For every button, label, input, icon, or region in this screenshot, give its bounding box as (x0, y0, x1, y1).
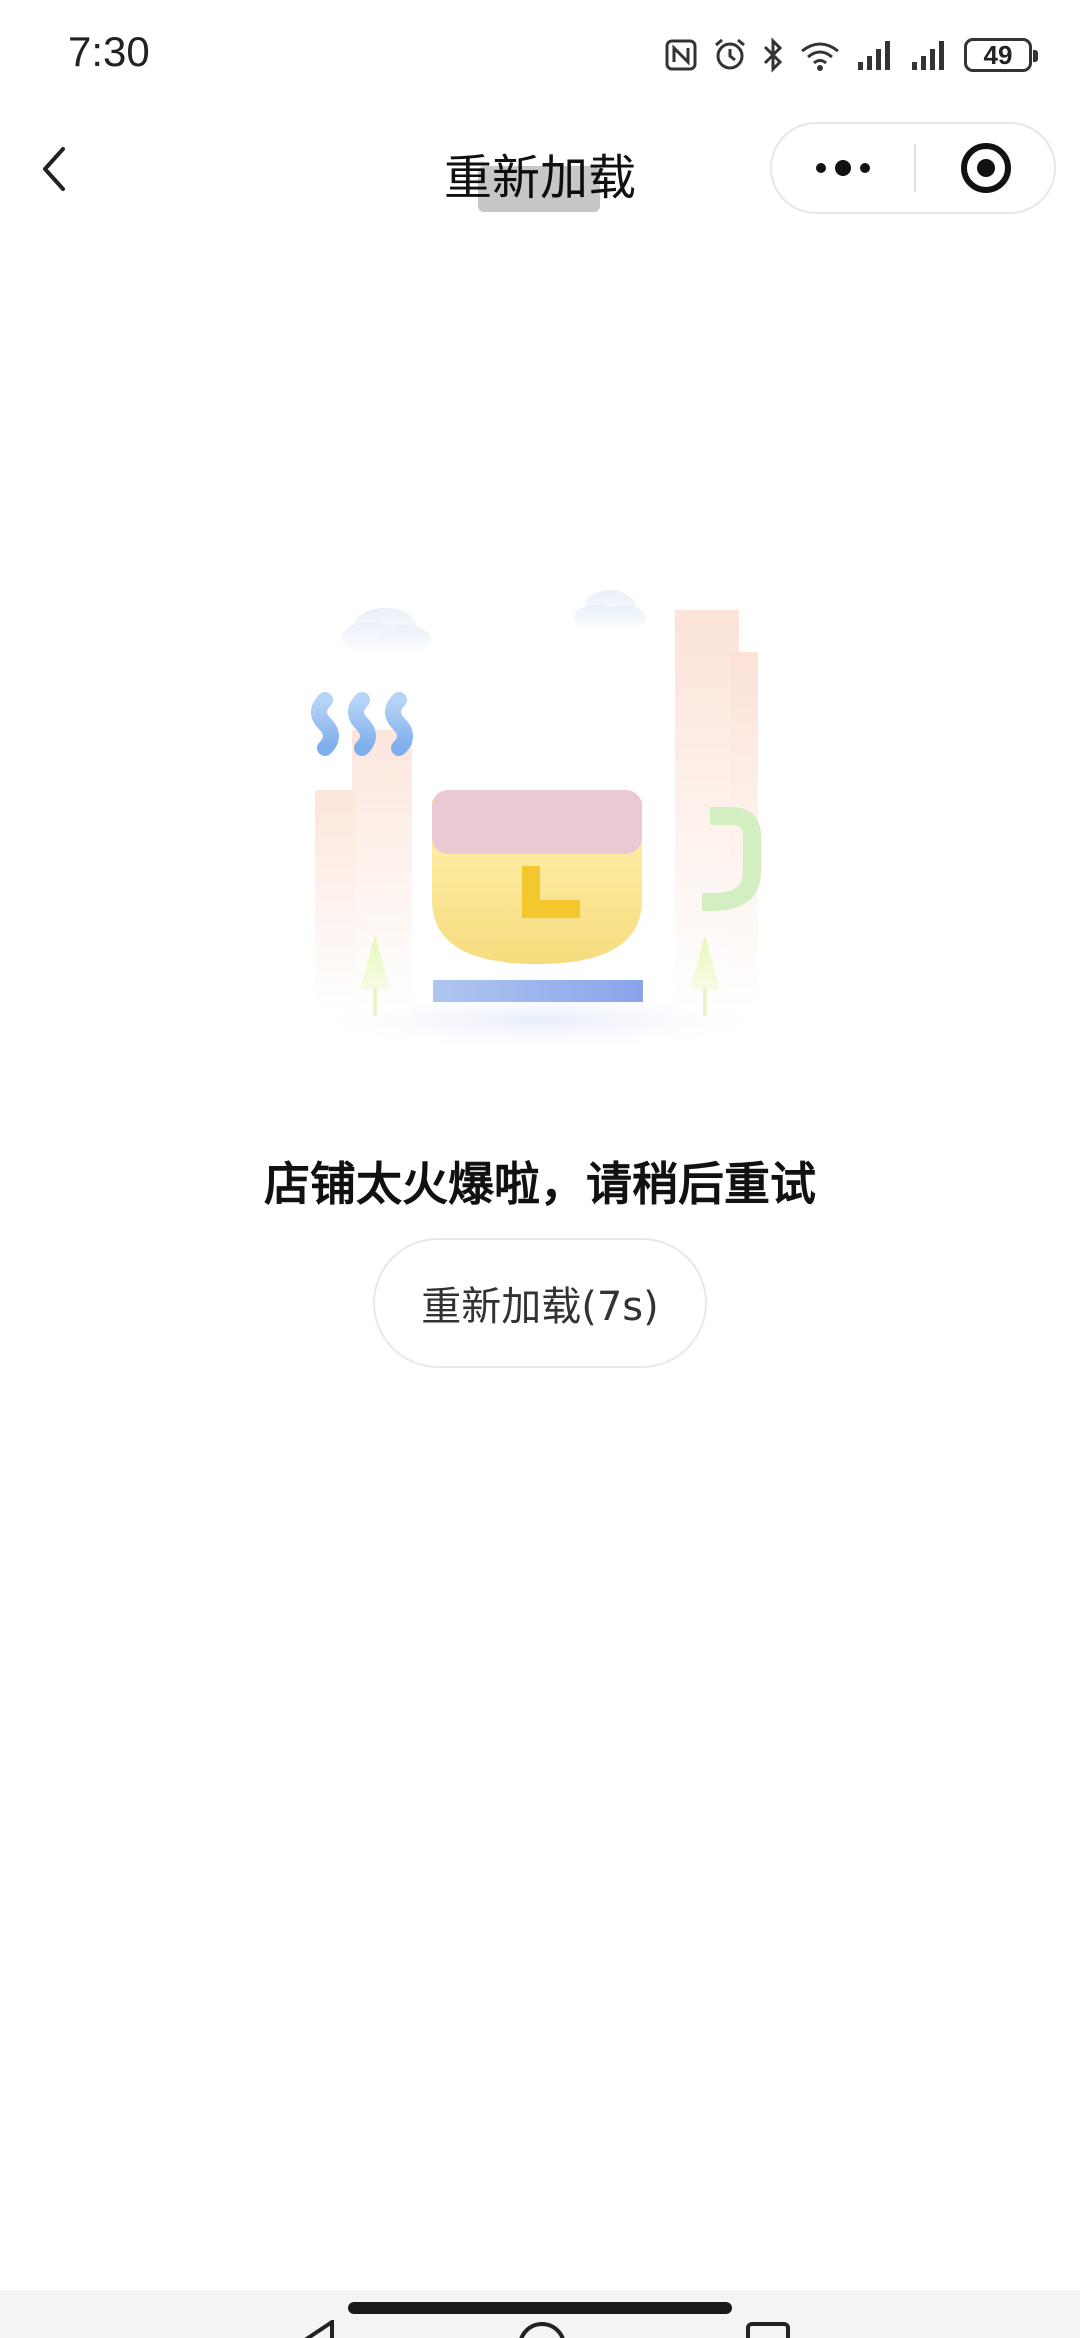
mini-program-capsule (770, 122, 1056, 214)
system-nav-bar (0, 2290, 1080, 2338)
alarm-icon (712, 37, 748, 73)
building-left (315, 730, 412, 1010)
bluetooth-icon (762, 37, 784, 73)
reload-button[interactable]: 重新加载(7s) (373, 1238, 707, 1368)
circle-home-icon (519, 2322, 565, 2338)
cloud-icon (342, 608, 431, 655)
signal-icon (910, 38, 950, 72)
error-message: 店铺太火爆啦，请稍后重试 (264, 1157, 816, 1211)
nav-home-button[interactable] (512, 2320, 572, 2338)
battery-level: 49 (983, 39, 1013, 70)
wifi-icon (798, 37, 842, 73)
page-indicator-badge (478, 166, 600, 212)
saucer (433, 980, 643, 1002)
close-target-icon (961, 143, 1011, 193)
more-button[interactable] (772, 124, 914, 212)
close-button[interactable] (916, 124, 1056, 212)
triangle-back-icon (304, 2318, 334, 2338)
more-dots-icon (816, 160, 870, 176)
cloud-icon (574, 590, 646, 631)
status-bar: 7:30 49 (0, 0, 1080, 110)
nav-recent-button[interactable] (740, 2320, 800, 2338)
home-indicator[interactable] (348, 2302, 732, 2314)
square-recent-icon (746, 2322, 790, 2338)
nav-bar: 重新加载 (0, 110, 1080, 230)
status-icons: 49 (664, 30, 1038, 80)
nav-back-button[interactable] (292, 2318, 352, 2338)
signal-icon (856, 38, 896, 72)
nfc-icon (664, 38, 698, 72)
battery-icon: 49 (964, 38, 1038, 72)
busy-coffee-cup-illustration (290, 570, 790, 1070)
status-time: 7:30 (68, 28, 150, 75)
